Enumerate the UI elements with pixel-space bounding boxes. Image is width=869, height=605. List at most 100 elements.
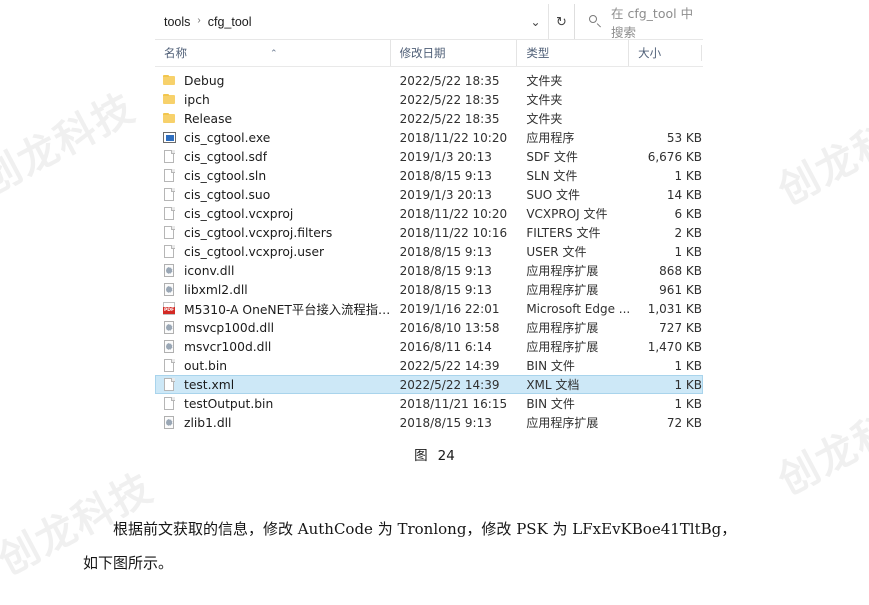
figure-caption: 图 24 — [0, 444, 869, 464]
file-name-cell: test.xml — [156, 377, 400, 392]
file-row[interactable]: Release 2022/5/22 18:35 文件夹 — [155, 109, 703, 128]
search-placeholder: 在 cfg_tool 中搜索 — [611, 5, 694, 40]
search-input[interactable]: 在 cfg_tool 中搜索 — [574, 4, 703, 40]
file-name-cell: testOutput.bin — [156, 396, 400, 411]
file-name-label: libxml2.dll — [184, 282, 248, 297]
column-header-type[interactable]: 类型 — [516, 40, 628, 66]
document-icon — [162, 358, 177, 373]
file-list[interactable]: Debug 2022/5/22 18:35 文件夹 ipch 2022/5/22 18:… — [155, 67, 703, 432]
file-type-cell: SUO 文件 — [526, 188, 580, 202]
file-name-cell: ipch — [156, 92, 400, 107]
sort-ascending-icon: ⌃ — [270, 49, 278, 59]
breadcrumb-item-tools[interactable]: tools — [164, 15, 190, 29]
file-date-cell: 2018/11/22 10:16 — [399, 225, 508, 240]
file-row[interactable]: zlib1.dll 2018/8/15 9:13 应用程序扩展 72 KB — [155, 413, 703, 432]
file-name-label: iconv.dll — [184, 263, 235, 278]
file-type-cell: Microsoft Edge ... — [526, 301, 631, 316]
file-row[interactable]: msvcp100d.dll 2016/8/10 13:58 应用程序扩展 727 KB — [155, 318, 703, 337]
file-date-cell: 2018/8/15 9:13 — [399, 282, 492, 297]
dll-icon — [162, 415, 177, 430]
refresh-icon[interactable]: ↻ — [548, 4, 574, 39]
search-icon — [589, 15, 602, 28]
dll-icon — [162, 263, 177, 278]
file-explorer-window: tools › cfg_tool ⌄ ↻ 在 cfg_tool 中搜索 名称 ⌃… — [155, 4, 703, 430]
folder-icon — [162, 111, 177, 126]
file-row[interactable]: cis_cgtool.vcxproj.user 2018/8/15 9:13 USE… — [155, 242, 703, 261]
file-type-cell: 文件夹 — [526, 74, 563, 88]
file-row[interactable]: Debug 2022/5/22 18:35 文件夹 — [155, 71, 703, 90]
file-date-cell: 2022/5/22 18:35 — [399, 92, 500, 107]
column-header-name-label: 名称 — [164, 46, 187, 60]
file-size-cell: 14 KB — [666, 187, 702, 202]
file-date-cell: 2018/8/15 9:13 — [399, 244, 492, 259]
file-name-cell: libxml2.dll — [156, 282, 400, 297]
column-header-date[interactable]: 修改日期 — [389, 40, 517, 66]
file-name-cell: cis_cgtool.vcxproj — [156, 206, 400, 221]
file-name-label: Release — [184, 111, 233, 126]
folder-icon — [162, 73, 177, 88]
file-name-label: test.xml — [184, 377, 235, 392]
file-name-cell: Release — [156, 111, 400, 126]
file-name-cell: cis_cgtool.vcxproj.user — [156, 244, 400, 259]
column-header-row: 名称 ⌃ 修改日期 类型 大小 — [155, 40, 703, 67]
file-row[interactable]: cis_cgtool.vcxproj 2018/11/22 10:20 VCXPRO… — [155, 204, 703, 223]
file-row[interactable]: cis_cgtool.exe 2018/11/22 10:20 应用程序 53 KB — [155, 128, 703, 147]
file-row[interactable]: cis_cgtool.sdf 2019/1/3 20:13 SDF 文件 6,676 … — [155, 147, 703, 166]
file-type-cell: 应用程序 — [526, 131, 575, 145]
file-name-cell: cis_cgtool.suo — [156, 187, 400, 202]
breadcrumb-item-cfg-tool[interactable]: cfg_tool — [208, 15, 252, 29]
file-row[interactable]: ipch 2022/5/22 18:35 文件夹 — [155, 90, 703, 109]
file-size-cell: 2 KB — [674, 225, 702, 240]
file-name-label: msvcr100d.dll — [184, 339, 272, 354]
watermark: 创龙科技 — [770, 94, 869, 215]
file-name-label: out.bin — [184, 358, 228, 373]
body-paragraph: 根据前文获取的信息，修改 AuthCode 为 Tronlong，修改 PSK … — [83, 512, 789, 580]
file-size-cell: 53 KB — [666, 130, 702, 145]
column-header-size[interactable]: 大小 — [628, 40, 701, 66]
document-icon — [162, 149, 177, 164]
chevron-down-icon[interactable]: ⌄ — [523, 4, 548, 39]
file-name-label: testOutput.bin — [184, 396, 274, 411]
figure-caption-number: 24 — [437, 448, 455, 464]
file-name-cell: msvcp100d.dll — [156, 320, 400, 335]
file-date-cell: 2018/11/21 16:15 — [399, 396, 508, 411]
file-name-label: Debug — [184, 73, 225, 88]
file-row[interactable]: iconv.dll 2018/8/15 9:13 应用程序扩展 868 KB — [155, 261, 703, 280]
exe-icon — [162, 130, 177, 145]
file-size-cell: 1 KB — [674, 377, 702, 392]
file-date-cell: 2022/5/22 18:35 — [399, 73, 500, 88]
file-row[interactable]: out.bin 2022/5/22 14:39 BIN 文件 1 KB — [155, 356, 703, 375]
file-type-cell: SDF 文件 — [526, 150, 578, 164]
file-size-cell: 6 KB — [674, 206, 702, 221]
document-icon — [162, 206, 177, 221]
file-size-cell: 1 KB — [674, 168, 702, 183]
file-row[interactable]: test.xml 2022/5/22 14:39 XML 文档 1 KB — [155, 375, 703, 394]
dll-icon — [162, 282, 177, 297]
breadcrumb[interactable]: tools › cfg_tool — [155, 4, 523, 39]
file-name-label: M5310-A OneNET平台接入流程指导手... — [184, 302, 400, 317]
file-row[interactable]: msvcr100d.dll 2016/8/11 6:14 应用程序扩展 1,470 K… — [155, 337, 703, 356]
file-size-cell: 72 KB — [666, 415, 702, 430]
file-row[interactable]: libxml2.dll 2018/8/15 9:13 应用程序扩展 961 KB — [155, 280, 703, 299]
file-row[interactable]: cis_cgtool.sln 2018/8/15 9:13 SLN 文件 1 KB — [155, 166, 703, 185]
file-name-cell: zlib1.dll — [156, 415, 400, 430]
document-icon — [162, 225, 177, 240]
file-size-cell: 1,470 KB — [647, 339, 702, 354]
pdf-icon — [162, 301, 177, 316]
breadcrumb-separator-icon: › — [197, 15, 201, 26]
file-row[interactable]: cis_cgtool.vcxproj.filters 2018/11/22 10:… — [155, 223, 703, 242]
file-name-cell: out.bin — [156, 358, 400, 373]
file-name-cell: Debug — [156, 73, 400, 88]
file-row[interactable]: testOutput.bin 2018/11/21 16:15 BIN 文件 1 KB — [155, 394, 703, 413]
file-date-cell: 2022/5/22 14:39 — [399, 377, 500, 392]
file-date-cell: 2019/1/3 20:13 — [399, 149, 492, 164]
file-row[interactable]: M5310-A OneNET平台接入流程指导手...2019/1/16 22:0… — [155, 299, 703, 318]
document-icon — [162, 187, 177, 202]
file-row[interactable]: cis_cgtool.suo 2019/1/3 20:13 SUO 文件 14 KB — [155, 185, 703, 204]
document-icon — [162, 168, 177, 183]
file-name-label: ipch — [184, 92, 210, 107]
file-date-cell: 2018/11/22 10:20 — [399, 206, 508, 221]
file-type-cell: 应用程序扩展 — [526, 416, 599, 430]
file-type-cell: XML 文档 — [526, 378, 580, 392]
column-header-name[interactable]: 名称 ⌃ — [155, 40, 390, 66]
